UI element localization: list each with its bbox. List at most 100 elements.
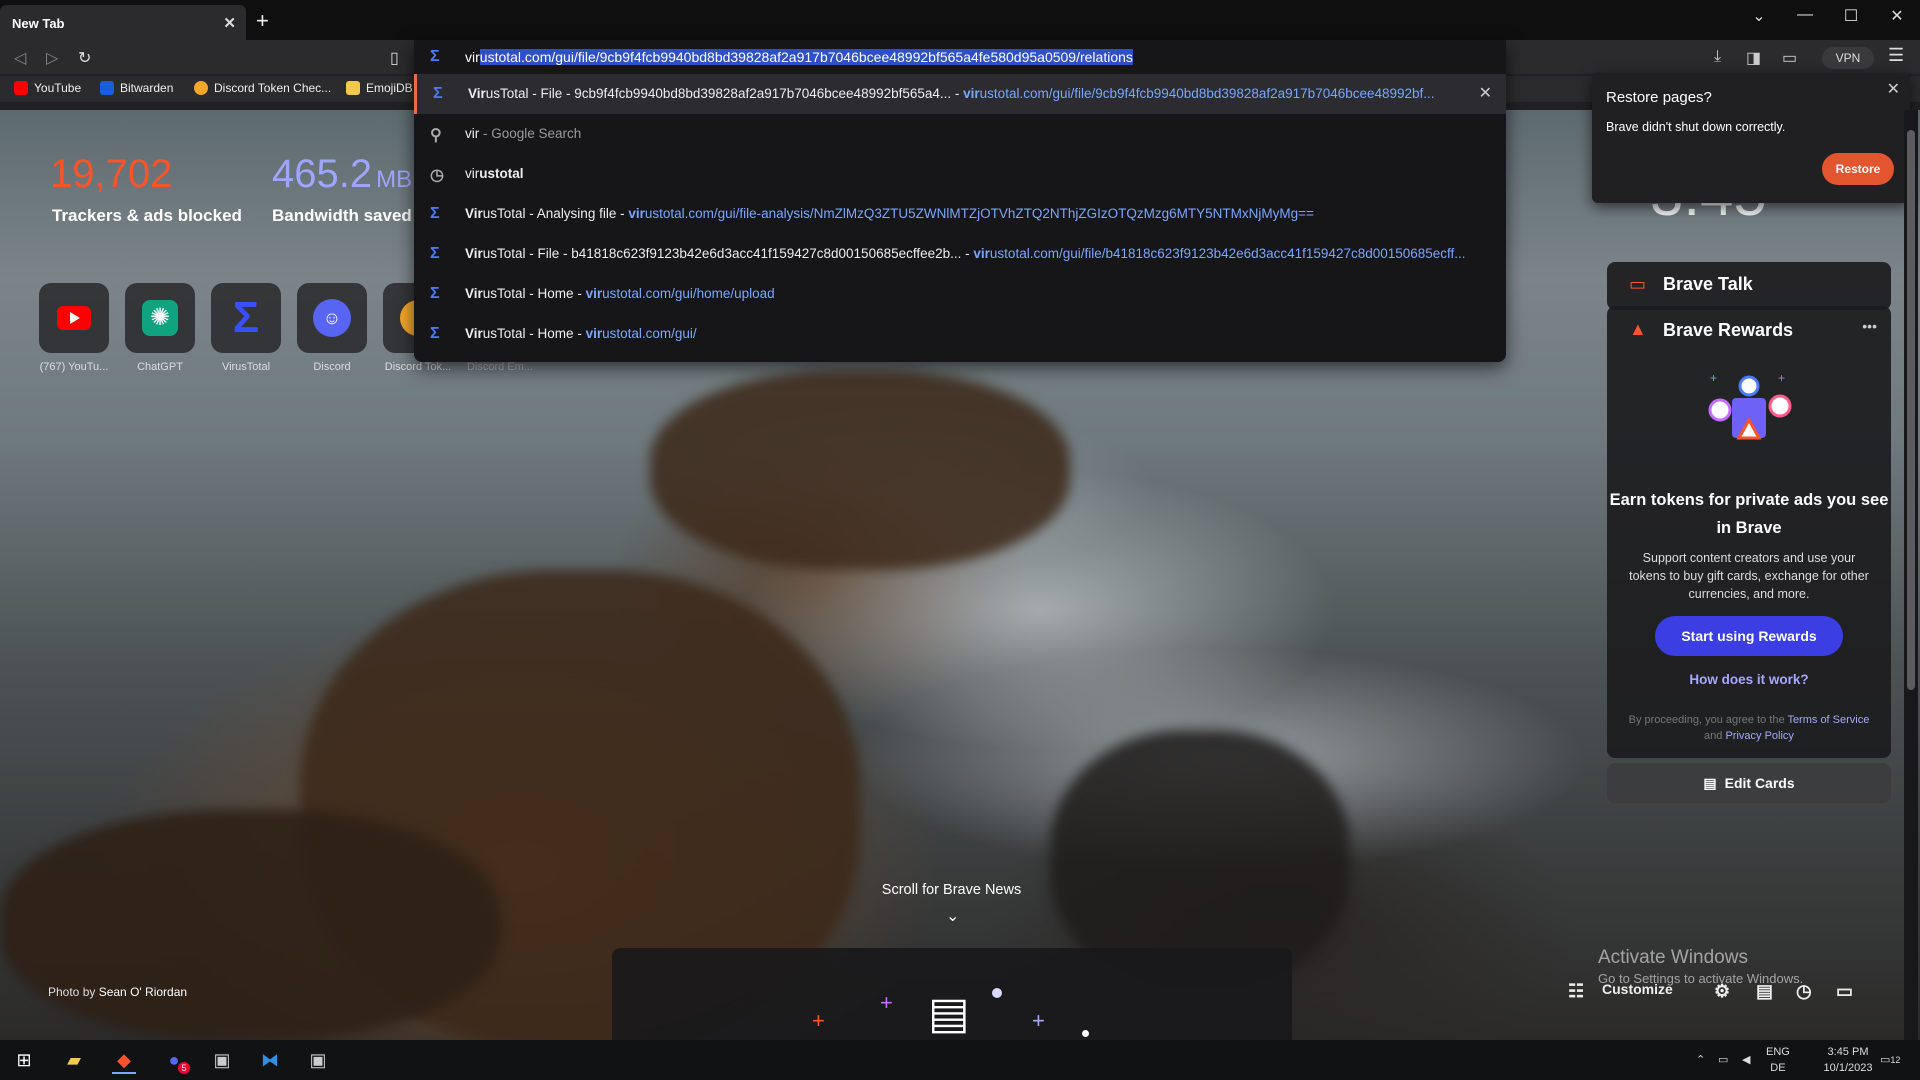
top-site-youtube[interactable]: (767) YouTu...: [38, 283, 110, 373]
history-icon[interactable]: ◷: [1796, 981, 1812, 1002]
virustotal-icon: Σ: [430, 205, 440, 222]
virustotal-icon: Σ: [430, 325, 440, 342]
suggestion-row[interactable]: ◷ virustotal: [414, 154, 1506, 194]
volume-icon[interactable]: ◀: [1742, 1052, 1750, 1068]
suggestion-text: VirusTotal - Analysing file - virustotal…: [465, 206, 1314, 221]
edit-cards-button[interactable]: ▤ Edit Cards: [1607, 763, 1891, 803]
brave-talk-icon[interactable]: ▭: [1836, 981, 1853, 1002]
suggestion-row[interactable]: ⚲ vir - Google Search: [414, 114, 1506, 154]
brave-talk-title: Brave Talk: [1663, 274, 1753, 294]
edit-cards-icon: ▤: [1703, 775, 1717, 791]
close-button[interactable]: ✕: [1882, 6, 1912, 26]
tray-date: 10/1/2023: [1823, 1062, 1873, 1074]
suggestion-row[interactable]: Σ VirusTotal - Analysing file - virustot…: [414, 194, 1506, 234]
privacy-link[interactable]: Privacy Policy: [1725, 730, 1793, 742]
chevron-down-icon[interactable]: ⌄: [946, 906, 959, 926]
bookmark-emojidb[interactable]: EmojiDB: [346, 81, 413, 95]
bookmark-discord-token[interactable]: Discord Token Chec...: [194, 81, 331, 95]
lang-eng: ENG: [1766, 1046, 1790, 1058]
top-site-label: Discord Tok...: [384, 361, 452, 373]
sidebar-icon[interactable]: ◨: [1746, 48, 1761, 68]
bandwidth-value: 465.2: [272, 152, 373, 196]
vscode-icon[interactable]: ⧓: [258, 1048, 282, 1072]
restore-button[interactable]: Restore: [1822, 153, 1894, 185]
minimize-button[interactable]: —: [1790, 6, 1820, 24]
folder-icon: [346, 81, 360, 95]
network-icon[interactable]: ▭: [1718, 1052, 1728, 1068]
terminal-icon[interactable]: ▣: [210, 1048, 234, 1072]
photo-credit-prefix: Photo by: [48, 985, 99, 999]
file-explorer-icon[interactable]: ▰: [62, 1048, 86, 1072]
virustotal-icon: Σ: [211, 283, 281, 353]
photo-credit-author[interactable]: Sean O' Riordan: [99, 985, 187, 999]
bookmark-label: Bitwarden: [120, 81, 174, 95]
tab-close-icon[interactable]: ✕: [223, 14, 236, 32]
top-site-virustotal[interactable]: Σ VirusTotal: [210, 283, 282, 373]
rewards-illustration-icon: + +: [1708, 371, 1792, 440]
settings-icon[interactable]: ⚙: [1714, 981, 1730, 1002]
tab-new-tab[interactable]: New Tab ✕: [0, 5, 246, 40]
new-tab-button[interactable]: +: [256, 10, 269, 32]
top-site-discord[interactable]: ☺ Discord: [296, 283, 368, 373]
remove-suggestion-icon[interactable]: ✕: [1479, 83, 1492, 103]
news-book-icon: ▤: [928, 989, 970, 1038]
vpn-label: VPN: [1835, 51, 1861, 65]
bookmark-bitwarden[interactable]: Bitwarden: [100, 81, 173, 95]
top-site-chatgpt[interactable]: ✺ ChatGPT: [124, 283, 196, 373]
address-bar[interactable]: Σ virustotal.com/gui/file/9cb9f4fcb9940b…: [414, 40, 1506, 74]
suggestion-bold: Vir: [468, 86, 486, 101]
wallet-icon[interactable]: ▭: [1782, 48, 1797, 68]
suggestion-row[interactable]: Σ VirusTotal - Home - virustotal.com/gui…: [414, 314, 1506, 354]
brave-icon[interactable]: ◆: [112, 1048, 136, 1074]
address-input[interactable]: virustotal.com/gui/file/9cb9f4fcb9940bd8…: [465, 49, 1133, 65]
edit-cards-label: Edit Cards: [1724, 775, 1795, 791]
dot-icon: [992, 988, 1002, 998]
clock-tray[interactable]: 3:45 PM 10/1/2023: [1808, 1044, 1888, 1076]
notification-count: 12: [1890, 1055, 1901, 1065]
sparkle-icon: +: [1032, 1008, 1045, 1033]
brave-talk-card[interactable]: ▭ Brave Talk: [1607, 262, 1891, 310]
svg-text:+: +: [1778, 371, 1785, 385]
top-site-label: Discord: [313, 361, 351, 373]
tray-time: 3:45 PM: [1827, 1046, 1869, 1058]
bookmarks-icon[interactable]: ▤: [1756, 981, 1773, 1002]
scroll-for-news[interactable]: Scroll for Brave News: [0, 882, 1903, 898]
how-it-works-link[interactable]: How does it work?: [1607, 672, 1891, 687]
maximize-button[interactable]: ☐: [1836, 6, 1866, 26]
brave-rewards-card: ▲ Brave Rewards ••• + + Earn tokens for …: [1607, 306, 1891, 758]
youtube-icon: [14, 81, 28, 95]
bookmark-icon[interactable]: ▯: [390, 48, 399, 68]
svg-text:+: +: [1710, 371, 1717, 385]
suggestion-row[interactable]: Σ VirusTotal - Home - virustotal.com/gui…: [414, 274, 1506, 314]
tab-search-icon[interactable]: ⌄: [1744, 6, 1774, 26]
terms-link[interactable]: Terms of Service: [1787, 714, 1869, 726]
bookmark-youtube[interactable]: YouTube: [14, 81, 81, 95]
back-icon[interactable]: ◁: [14, 48, 26, 68]
suggestion-text: VirusTotal - File - 9cb9f4fcb9940bd8bd39…: [468, 86, 1435, 101]
chevron-up-icon[interactable]: ⌃: [1696, 1052, 1705, 1068]
forward-icon[interactable]: ▷: [46, 48, 58, 68]
language-indicator[interactable]: ENG DE: [1766, 1044, 1790, 1076]
windows-start-icon[interactable]: ⊞: [12, 1048, 36, 1072]
notifications-icon[interactable]: ▭12: [1880, 1052, 1900, 1068]
downloads-icon[interactable]: ⤓: [1714, 48, 1721, 66]
suggestion-bold: vir: [465, 126, 480, 141]
virustotal-icon: Σ: [433, 85, 443, 102]
customize-button[interactable]: Customize: [1602, 981, 1673, 997]
scrollbar[interactable]: [1904, 110, 1918, 1040]
discord-icon[interactable]: ● 5: [162, 1048, 190, 1074]
suggestion-row[interactable]: Σ VirusTotal - File - 9cb9f4fcb9940bd8bd…: [414, 74, 1506, 114]
virustotal-icon: Σ: [430, 285, 440, 302]
suggestion-row[interactable]: Σ VirusTotal - File - b41818c623f9123b42…: [414, 234, 1506, 274]
console-icon[interactable]: ▣: [306, 1048, 330, 1072]
bat-triangle-icon: ▲: [1629, 319, 1647, 339]
menu-icon[interactable]: ☰: [1888, 45, 1904, 66]
customize-icon[interactable]: ☷: [1568, 981, 1584, 1002]
scrollbar-thumb[interactable]: [1907, 130, 1915, 690]
close-icon[interactable]: ✕: [1887, 79, 1900, 99]
vpn-button[interactable]: VPN: [1822, 47, 1874, 69]
bandwidth-count: 465.2 MB: [272, 150, 412, 204]
reload-icon[interactable]: ↻: [78, 48, 91, 68]
more-options-icon[interactable]: •••: [1862, 318, 1877, 334]
start-rewards-button[interactable]: Start using Rewards: [1655, 616, 1843, 656]
